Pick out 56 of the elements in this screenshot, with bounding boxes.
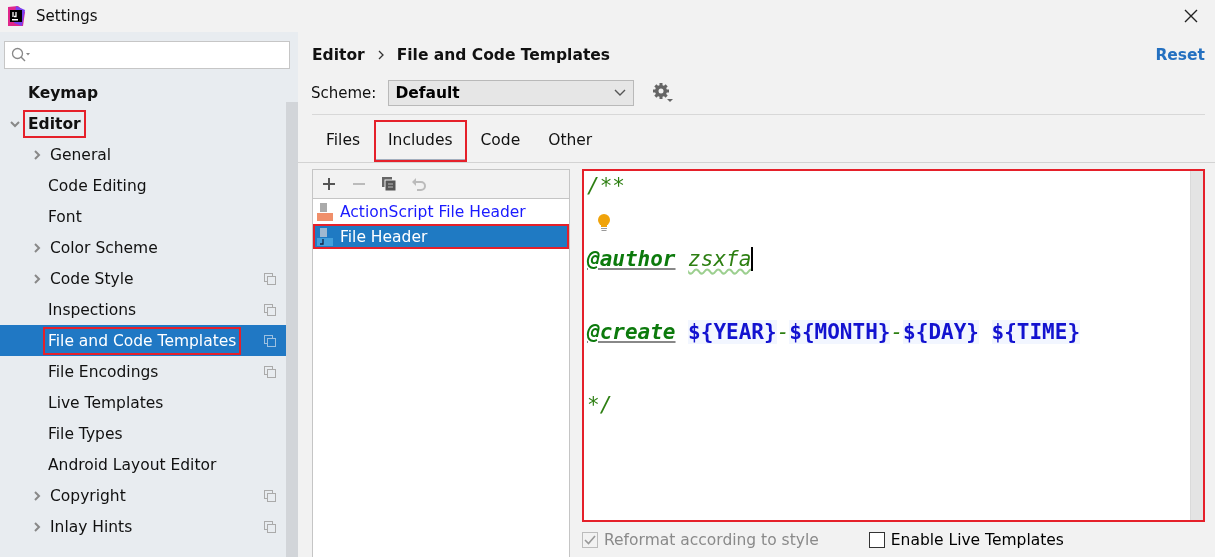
sidebar-item[interactable]: Android Layout Editor xyxy=(0,449,286,480)
template-item[interactable]: ActionScript File Header xyxy=(313,199,569,224)
sidebar-item[interactable]: File Encodings xyxy=(0,356,286,387)
code-token: zsxfa xyxy=(688,247,752,272)
search-icon xyxy=(11,47,31,63)
code-token: - xyxy=(890,320,904,345)
code-token: - xyxy=(776,320,790,345)
sidebar-item[interactable]: Editor xyxy=(0,108,286,139)
scheme-label: Scheme: xyxy=(311,84,377,102)
file-icon xyxy=(316,201,334,222)
scrollbar[interactable] xyxy=(1190,170,1204,521)
settings-icon[interactable] xyxy=(652,82,675,104)
sidebar-item[interactable]: Inspections xyxy=(0,294,286,325)
chevron-down-icon xyxy=(613,88,628,98)
sidebar-item[interactable]: Code Editing xyxy=(0,170,286,201)
file-icon xyxy=(316,226,334,247)
sidebar-item[interactable]: Keymap xyxy=(0,77,286,108)
code-token: ${MONTH} xyxy=(789,320,891,345)
sidebar-item[interactable]: File Types xyxy=(0,418,286,449)
tab[interactable]: Files xyxy=(312,120,374,162)
code-token: /** xyxy=(587,174,625,199)
breadcrumb-item: Editor xyxy=(312,46,365,64)
checkbox[interactable]: Enable Live Templates xyxy=(868,530,1064,549)
code-token: ${YEAR} xyxy=(688,320,777,345)
copy-icon[interactable] xyxy=(381,176,397,192)
scheme-dropdown[interactable]: Default xyxy=(388,80,635,106)
tab[interactable]: Code xyxy=(466,120,535,162)
breadcrumb-item: File and Code Templates xyxy=(396,46,611,64)
code-token: @create xyxy=(587,320,676,345)
search-field[interactable] xyxy=(4,41,290,69)
check-icon xyxy=(584,533,596,546)
sidebar-item[interactable]: Copyright xyxy=(0,480,286,511)
lightbulb-icon[interactable] xyxy=(597,213,611,232)
window-title: Settings xyxy=(36,7,99,25)
add-icon[interactable] xyxy=(321,176,337,192)
reset-link[interactable]: Reset xyxy=(1155,46,1205,64)
template-item[interactable]: File Header xyxy=(313,224,569,249)
code-token: ${DAY} xyxy=(903,320,979,345)
tab[interactable]: Other xyxy=(534,120,607,162)
tab[interactable]: Includes xyxy=(374,120,467,162)
sidebar-item[interactable]: Font xyxy=(0,201,286,232)
chevron-right-icon xyxy=(376,50,385,60)
undo-icon[interactable] xyxy=(411,176,427,192)
close-icon[interactable] xyxy=(1183,8,1199,24)
scrollbar[interactable] xyxy=(286,102,298,557)
sidebar-item[interactable]: General xyxy=(0,139,286,170)
code-editor[interactable]: /** @author zsxfa @create ${YEAR}-${MONTH}-${DAY} ${TIME} */ xyxy=(582,169,1205,522)
code-token: ${TIME} xyxy=(991,320,1081,345)
sidebar-item[interactable]: Inlay Hints xyxy=(0,511,286,542)
sidebar-item[interactable]: Live Templates xyxy=(0,387,286,418)
sidebar-item[interactable]: File and Code Templates xyxy=(0,325,286,356)
sidebar-item[interactable]: Code Style xyxy=(0,263,286,294)
sidebar-item[interactable]: Color Scheme xyxy=(0,232,286,263)
code-token: */ xyxy=(587,393,613,418)
app-logo-icon xyxy=(6,5,26,27)
code-token: @author xyxy=(587,247,676,272)
